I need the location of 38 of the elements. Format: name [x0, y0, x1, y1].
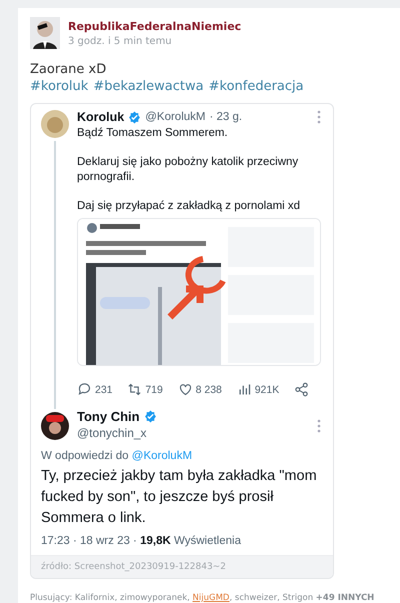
speech-bubble-icon[interactable]: [77, 382, 92, 397]
post-time: 3 godz. i 5 min temu: [68, 36, 173, 46]
user-name: Koroluk: [77, 110, 124, 124]
stat-count: 8 238: [196, 384, 222, 396]
tweet-text: Bądź Tomaszem Sommerem.: [77, 126, 229, 141]
avatar-icon: [41, 412, 69, 440]
voter-link[interactable]: NijuGMD,: [192, 593, 232, 603]
stat-count: 231: [95, 384, 113, 396]
bar-chart-icon[interactable]: [236, 382, 252, 397]
hashtag-link[interactable]: #koroluk: [30, 79, 88, 94]
voter-link[interactable]: Strigon: [282, 593, 314, 603]
voter-link[interactable]: zimowyporanek,: [120, 593, 190, 603]
heart-icon[interactable]: [178, 382, 193, 397]
user-handle: @KorolukM: [145, 111, 206, 123]
hashtag-link[interactable]: #konfederacja: [208, 79, 304, 94]
tweet-age: · 23 g.: [209, 111, 242, 123]
voter-link[interactable]: schweizer,: [234, 593, 280, 603]
retweet-icon[interactable]: [127, 382, 142, 397]
stat-count: 719: [145, 384, 163, 396]
tweet-text: Daj się przyłapać z zakładką z pornolami xd: [77, 199, 302, 214]
tweet-text: Deklaruj się jako pobożny katolik przeciwny pornografii.: [77, 155, 300, 185]
voters-label: Plusujący:: [30, 593, 72, 603]
author-link[interactable]: RepublikaFederalnaNiemiec: [68, 20, 242, 32]
tweet-meta: 17:23 · 18 wrz 23 · 19,8K Wyświetlenia: [41, 535, 242, 547]
user-handle: @tonychin_x: [77, 426, 147, 440]
source-caption: źródło: Screenshot_20230919-122843~2: [31, 555, 333, 578]
reply-context: W odpowiedzi do: [41, 450, 129, 462]
post-text: Zaorane xD: [30, 61, 108, 78]
reply-text: Ty, przecież jakby tam była zakładka "mom fucked by son", to jeszcze byś prosił Sommera o link.: [41, 467, 318, 528]
hashtag-link[interactable]: #bekazlewactwa: [93, 79, 204, 94]
stat-count: 921K: [254, 384, 280, 396]
avatar-drawing: [30, 17, 60, 49]
more-voters-link[interactable]: +49 INNYCH: [316, 593, 374, 603]
voter-link[interactable]: Kalifornix,: [74, 593, 118, 603]
avatar-icon: [41, 110, 69, 138]
handle-link[interactable]: @KorolukM: [132, 450, 192, 462]
share-icon[interactable]: [294, 382, 309, 397]
user-name: Tony Chin: [77, 409, 140, 424]
